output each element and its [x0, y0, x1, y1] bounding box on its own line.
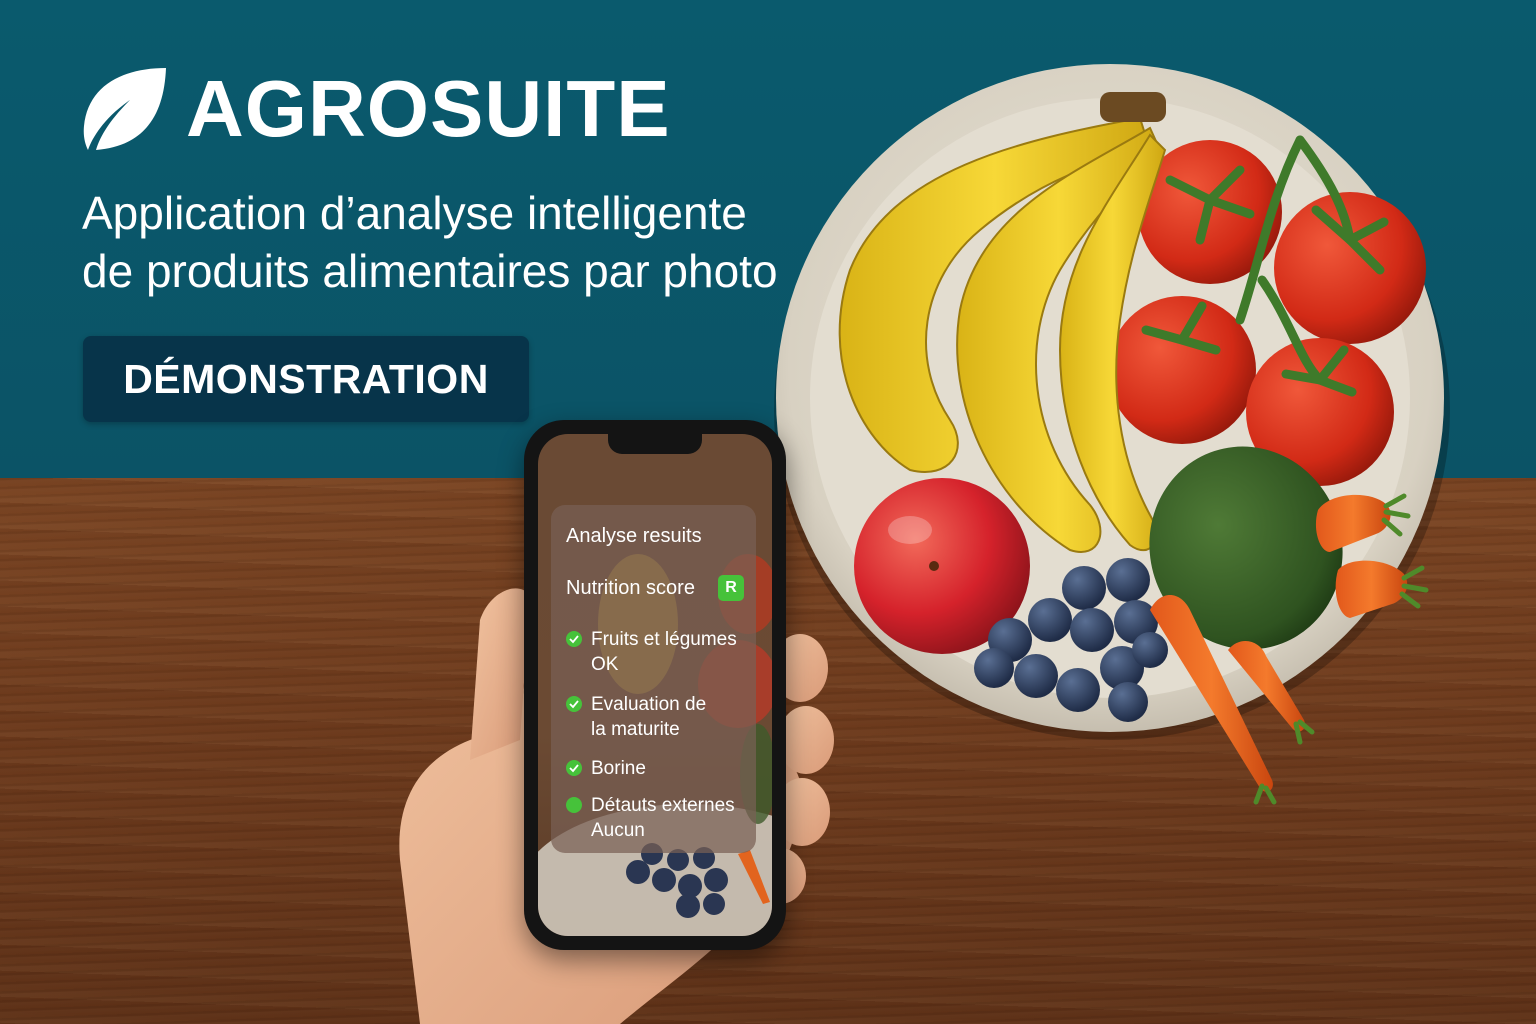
demonstration-button[interactable]: DÉMONSTRATION	[83, 336, 529, 422]
check-item-line: Evaluation de	[591, 694, 707, 715]
check-item: Borine	[566, 756, 646, 781]
check-item-line: Fruits et légumes	[591, 629, 737, 650]
tagline-line-1: Application d’analyse intelligente	[82, 187, 747, 239]
nutrition-score-label: Nutrition score	[566, 577, 695, 599]
panel-title: Analyse resuits	[566, 525, 702, 547]
smartphone: Analyse resuits Nutrition score R Fruits…	[524, 420, 786, 950]
leaf-icon	[83, 68, 166, 150]
check-circle-icon	[566, 631, 582, 647]
hero-banner: AGROSUITE Application d’analyse intellig…	[0, 0, 1536, 1024]
check-item-line: Aucun	[591, 820, 645, 841]
check-item-line: la maturite	[591, 719, 680, 740]
brand-name: AGROSUITE	[186, 64, 671, 153]
status-dot-icon	[566, 797, 582, 813]
check-item-line: OK	[591, 654, 619, 675]
analysis-results-panel: Analyse resuits Nutrition score R Fruits…	[551, 505, 756, 853]
check-item-line: Détauts externes	[591, 795, 735, 816]
check-item-line: Borine	[591, 758, 646, 779]
check-circle-icon	[566, 696, 582, 712]
nutrition-score-badge: R	[718, 575, 744, 601]
check-item: Evaluation de la maturite	[566, 692, 706, 742]
tagline: Application d’analyse intelligente de pr…	[82, 184, 902, 300]
check-item: Détauts externes Aucun	[566, 793, 735, 843]
brand-header: AGROSUITE	[82, 66, 671, 152]
phone-notch	[608, 434, 702, 454]
check-circle-icon	[566, 760, 582, 776]
tagline-line-2: de produits alimentaires par photo	[82, 245, 778, 297]
check-item: Fruits et légumes OK	[566, 627, 737, 677]
